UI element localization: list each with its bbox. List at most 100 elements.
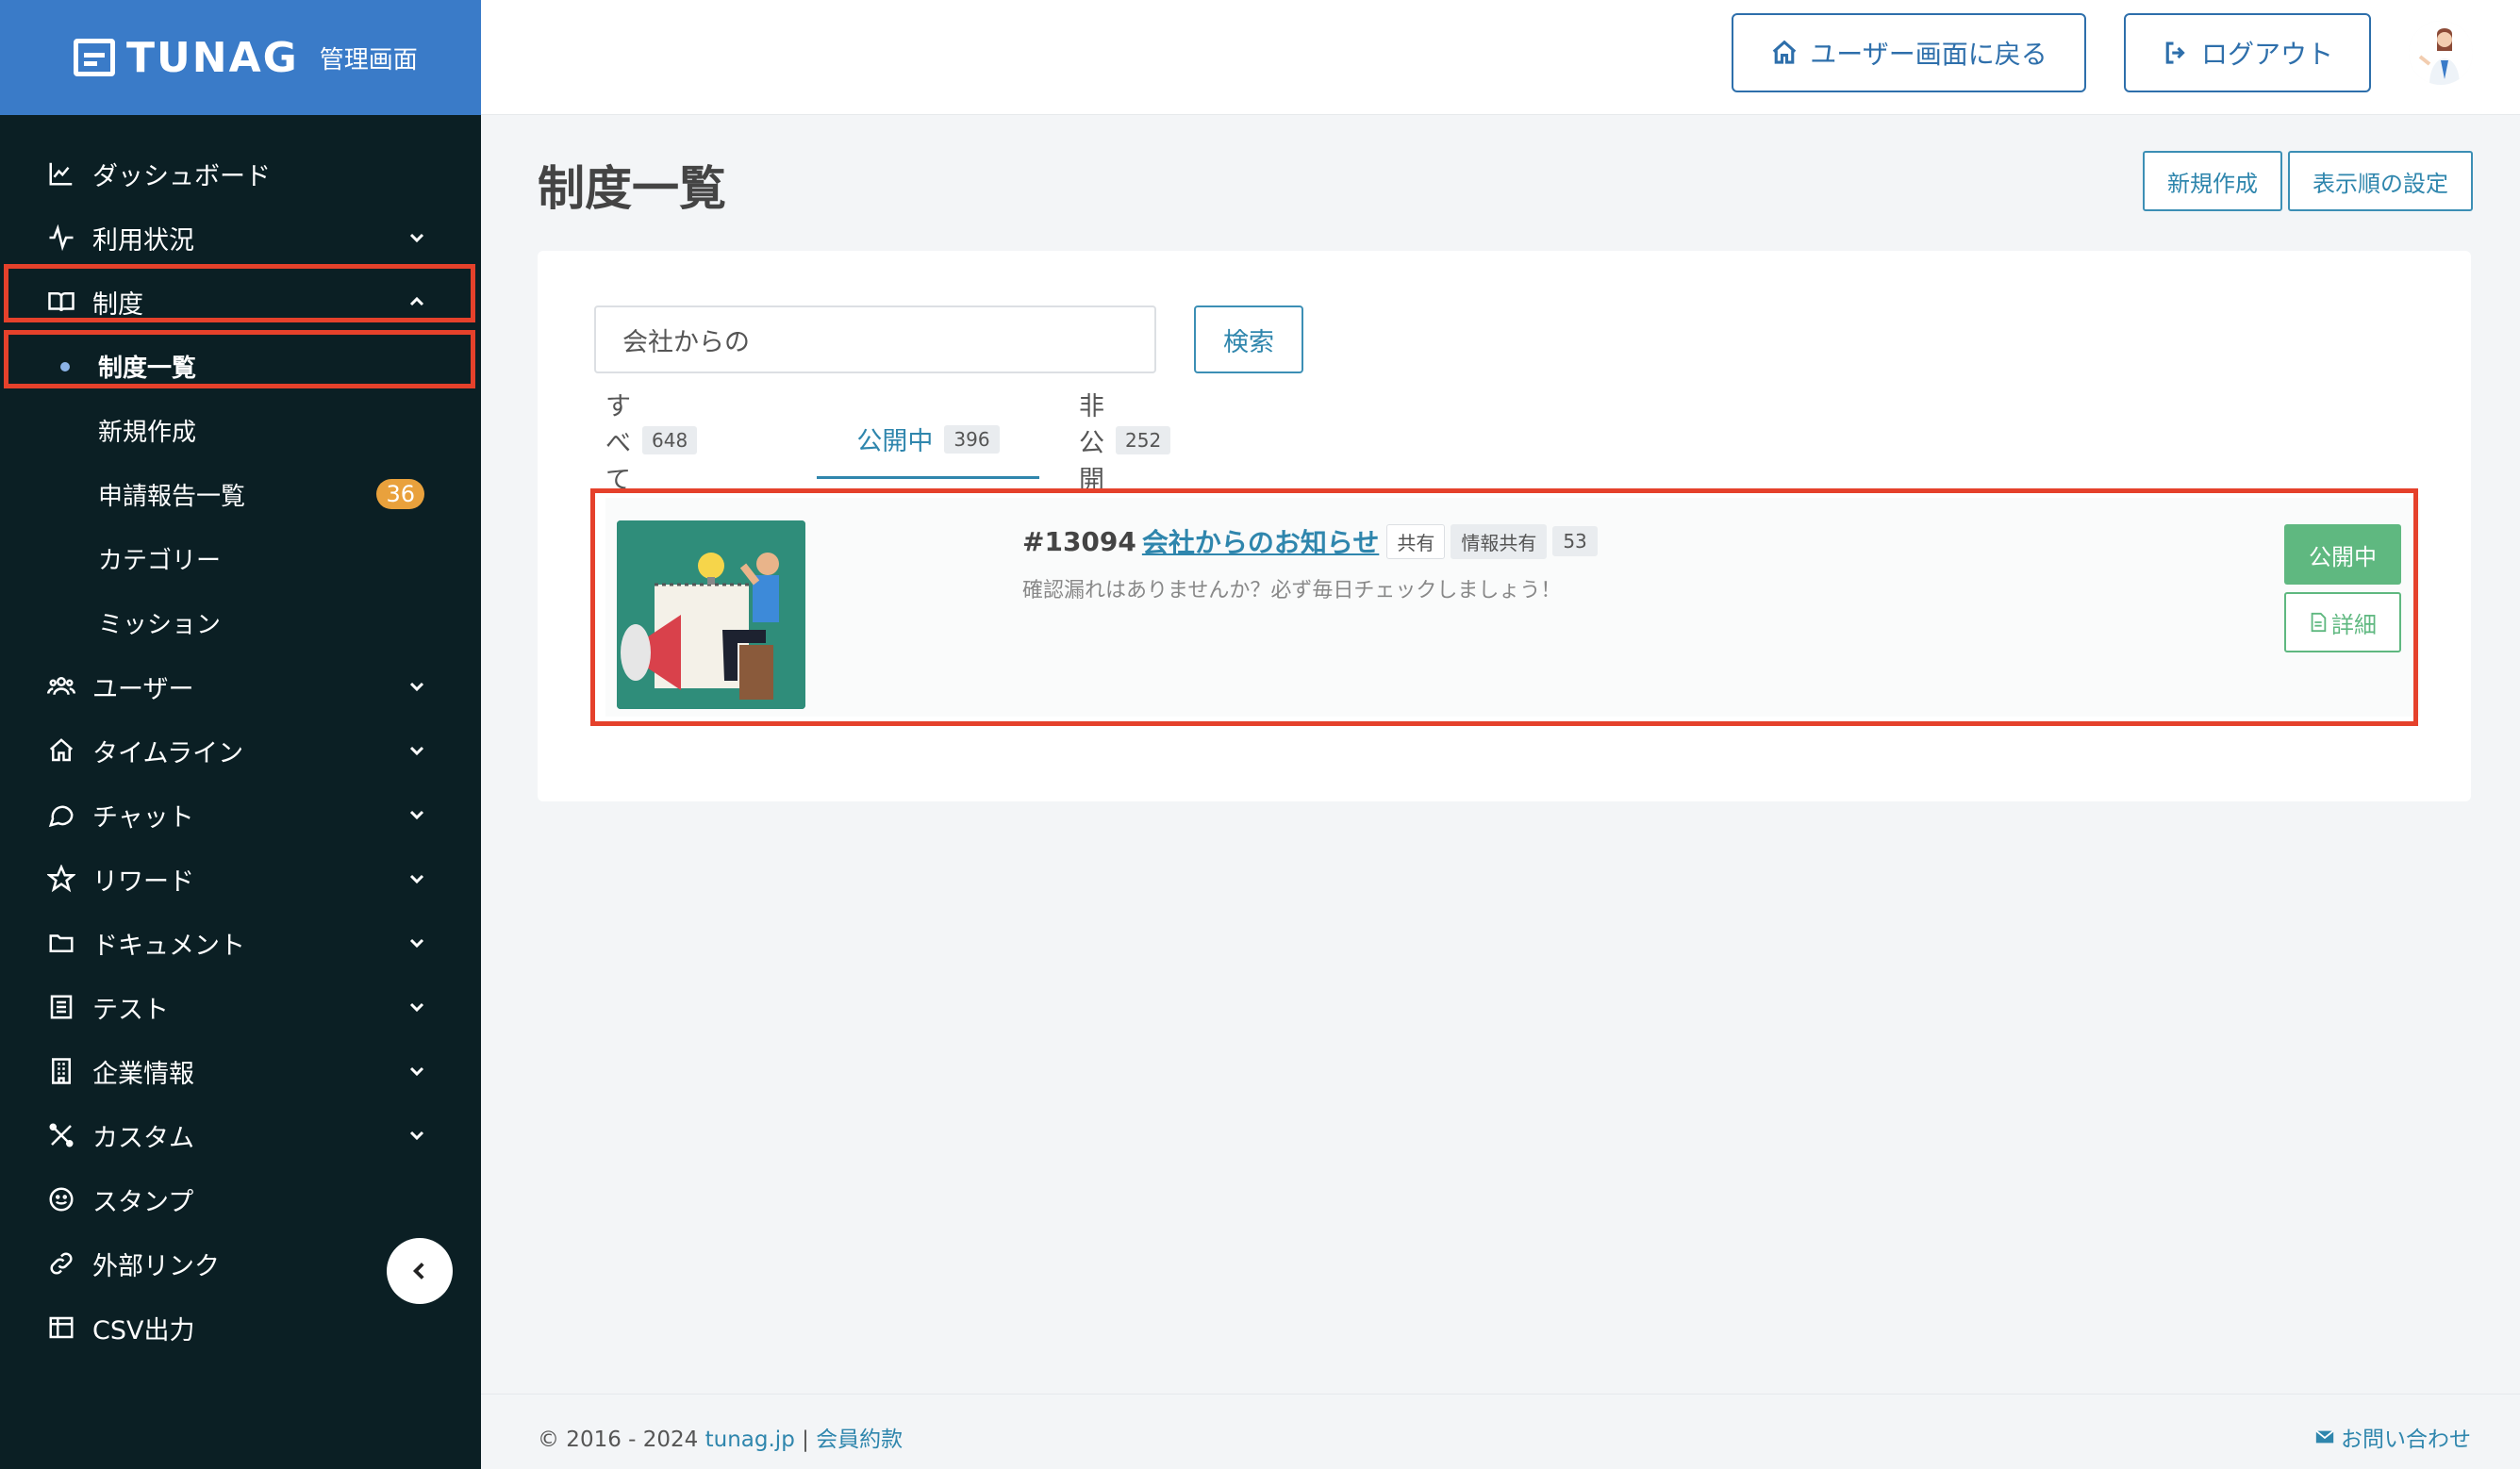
folder-icon [45,927,77,959]
search-button[interactable]: 検索 [1194,305,1303,373]
chevron-down-icon [406,226,428,249]
tag-category: 情報共有 [1451,523,1548,559]
tunag-logo-icon [74,39,115,76]
brand-header[interactable]: TUNAG 管理画面 [0,0,481,115]
document-icon [2311,612,2327,633]
sidebar-item-label: チャット [92,802,194,833]
sidebar-item-label: スタンプ [92,1187,194,1217]
sidebar-item-label: ダッシュボード [92,161,271,191]
sidebar-item-label: タイムライン [92,738,244,768]
sidebar-subitem-category[interactable]: カテゴリー [0,526,481,590]
new-system-button[interactable]: 新規作成 [2143,151,2282,211]
back-to-user-label: ユーザー画面に戻る [1810,39,2048,70]
sidebar-item-document[interactable]: ドキュメント [0,911,481,975]
sidebar-subitem-reports[interactable]: 申請報告一覧 36 [0,462,481,526]
sidebar-item-chat[interactable]: チャット [0,783,481,847]
chevron-down-icon [406,675,428,698]
sidebar-item-label: 申請報告一覧 [98,482,246,511]
link-icon [45,1247,77,1279]
system-description: 確認漏れはありませんか？必ず毎日チェックしましょう！ [1022,579,1562,602]
home-icon [45,734,77,767]
reports-count-badge: 36 [376,479,424,509]
home-icon [1772,40,1797,64]
sidebar-item-csv[interactable]: CSV出力 [0,1296,481,1360]
sidebar-subitem-new[interactable]: 新規作成 [0,398,481,462]
sidebar-item-reward[interactable]: リワード [0,847,481,911]
chevron-down-icon [406,1060,428,1082]
sidebar-item-users[interactable]: ユーザー [0,654,481,718]
contact-label: お問い合わせ [2341,1428,2471,1452]
tab-published[interactable]: 公開中 396 [817,402,1039,479]
footer-copyright: © 2016 - 2024 tunag.jp | 会員約款 [538,1421,903,1453]
sidebar-item-label: カスタム [92,1123,194,1153]
sidebar-item-label: カテゴリー [98,546,222,575]
logout-icon [2165,41,2185,64]
brand-subtitle: 管理画面 [319,45,418,74]
system-list-item: #13094 会社からのお知らせ 共有 情報共有 53 確認漏れはありませんか？… [605,498,2420,717]
sidebar-item-label: ミッション [98,610,222,639]
sidebar-item-label: 企業情報 [92,1059,194,1089]
site-link[interactable]: tunag.jp [705,1428,795,1452]
tag-share: 共有 [1386,523,1446,559]
terms-link[interactable]: 会員約款 [816,1428,903,1452]
activity-icon [45,222,77,254]
sidebar-subitem-system-list[interactable]: 制度一覧 [0,334,481,398]
footer: © 2016 - 2024 tunag.jp | 会員約款 お問い合わせ [481,1394,2520,1469]
sidebar-item-test[interactable]: テスト [0,975,481,1039]
logout-label: ログアウト [2200,39,2333,70]
back-to-user-button[interactable]: ユーザー画面に戻る [1732,13,2086,92]
chevron-left-icon [412,1263,424,1279]
sidebar-item-system[interactable]: 制度 [0,270,481,334]
sidebar-item-label: 利用状況 [92,225,194,256]
tab-private[interactable]: 非公開 252 [1079,392,1171,495]
status-published-button[interactable]: 公開中 [2284,524,2401,585]
sidebar-item-label: 新規作成 [98,418,197,447]
display-order-button[interactable]: 表示順の設定 [2288,151,2473,211]
logout-button[interactable]: ログアウト [2124,13,2371,92]
tab-all[interactable]: すべて 648 [605,392,698,495]
sidebar-item-dashboard[interactable]: ダッシュボード [0,141,481,206]
chevron-down-icon [406,932,428,954]
active-dot [60,362,70,371]
sidebar-nav: ダッシュボード 利用状況 制度 制度一覧 新規作成 申請報告一覧 36 カテゴリ… [0,115,481,1360]
table-icon [45,1312,77,1344]
sidebar-item-company[interactable]: 企業情報 [0,1039,481,1103]
brand-name: TUNAG [126,33,299,82]
smile-icon [45,1183,77,1215]
sidebar-item-label: ドキュメント [92,931,245,961]
sidebar-item-timeline[interactable]: タイムライン [0,718,481,783]
contact-link[interactable]: お問い合わせ [2314,1421,2471,1453]
system-id: #13094 [1022,525,1136,557]
tag-count: 53 [1552,526,1598,556]
tab-label: すべて [605,391,631,495]
detail-label: 詳細 [2331,611,2377,638]
sidebar-item-label: 制度一覧 [98,354,197,383]
system-list-card: 会社からの 検索 すべて 648 公開中 396 非公開 252 #13094 … [538,251,2471,801]
building-icon [45,1055,77,1087]
tools-icon [45,1119,77,1151]
search-input-value: 会社からの [622,327,750,357]
sidebar-item-stamp[interactable]: スタンプ [0,1167,481,1231]
sidebar-item-usage[interactable]: 利用状況 [0,206,481,270]
tab-label: 非公開 [1079,391,1104,495]
chevron-down-icon [406,996,428,1018]
sidebar-item-label: CSV出力 [92,1315,195,1345]
chevron-down-icon [406,1124,428,1147]
system-title-row: #13094 会社からのお知らせ 共有 情報共有 53 [1022,522,1603,560]
search-input[interactable]: 会社からの [594,305,1156,373]
chart-line-icon [45,157,77,190]
announcement-illustration-icon [617,520,805,709]
sidebar-collapse-button[interactable] [387,1238,453,1304]
sidebar-subitem-mission[interactable]: ミッション [0,590,481,654]
sidebar-item-label: リワード [92,867,194,897]
user-avatar[interactable] [2409,21,2473,85]
system-thumbnail[interactable] [617,520,805,709]
chat-bubble-icon [45,799,77,831]
page-title: 制度一覧 [538,161,726,216]
sidebar-item-custom[interactable]: カスタム [0,1103,481,1167]
avatar-illustration-icon [2409,21,2473,85]
system-title-link[interactable]: 会社からのお知らせ [1142,522,1379,560]
top-bar: ユーザー画面に戻る ログアウト [481,0,2520,115]
mail-icon [2315,1429,2334,1444]
detail-button[interactable]: 詳細 [2284,592,2401,652]
